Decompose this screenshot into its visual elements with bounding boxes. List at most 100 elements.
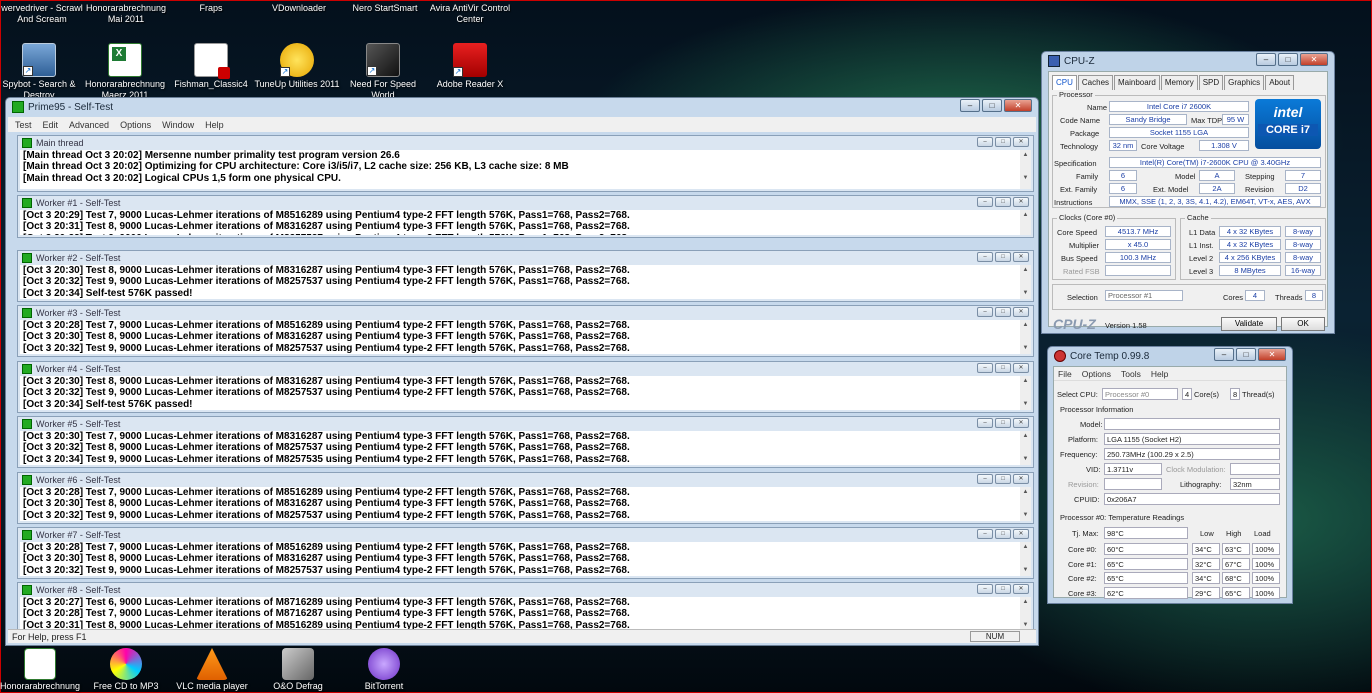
menu-help[interactable]: Help [205,120,224,130]
maximize-button[interactable]: □ [995,474,1011,484]
worker-window[interactable]: Worker #3 - Self-Test – □ ✕ [Oct 3 20:28] Te… [17,305,1034,357]
desktop-icon-nfs[interactable]: ↗ Need For Speed World [337,43,429,101]
desktop-icon-vlc[interactable]: VLC media player [167,648,257,691]
close-button[interactable]: ✕ [1004,99,1032,112]
maximize-button[interactable]: □ [1278,53,1298,66]
menu-test[interactable]: Test [15,120,32,130]
validate-button[interactable]: Validate [1221,317,1277,331]
menu-file[interactable]: File [1058,369,1072,379]
worker-window[interactable]: Worker #4 - Self-Test – □ ✕ [Oct 3 20:30] Te… [17,361,1034,413]
worker-window[interactable]: Worker #7 - Self-Test – □ ✕ [Oct 3 20:28] Te… [17,527,1034,579]
maximize-button[interactable]: □ [995,584,1011,594]
close-button[interactable]: ✕ [1013,363,1029,373]
minimize-button[interactable]: – [977,307,993,317]
menu-edit[interactable]: Edit [43,120,59,130]
minimize-button[interactable]: – [977,252,993,262]
maximize-button[interactable]: □ [995,418,1011,428]
desktop-label[interactable]: Honorarabrechnung Mai 2011 [83,3,169,25]
desktop-icon-tuneup[interactable]: ↗ TuneUp Utilities 2011 [251,43,343,101]
close-button[interactable]: ✕ [1013,529,1029,539]
tab-cpu[interactable]: CPU [1052,75,1077,90]
close-button[interactable]: ✕ [1013,197,1029,207]
maximize-button[interactable]: □ [982,99,1002,112]
maximize-button[interactable]: □ [995,363,1011,373]
child-titlebar[interactable]: Main thread [18,136,1033,150]
maximize-button[interactable]: □ [995,197,1011,207]
menu-advanced[interactable]: Advanced [69,120,109,130]
minimize-button[interactable]: – [977,529,993,539]
desktop-icon-bittorrent[interactable]: BitTorrent [339,648,429,691]
tab-graphics[interactable]: Graphics [1224,75,1265,90]
menu-window[interactable]: Window [162,120,194,130]
minimize-button[interactable]: – [960,99,980,112]
desktop-label[interactable]: VDownloader [259,3,339,14]
scrollbar[interactable]: ▲▼ [1020,320,1031,354]
minimize-button[interactable]: – [977,418,993,428]
desktop-icon-oo-defrag[interactable]: O&O Defrag [253,648,343,691]
tab-mainboard[interactable]: Mainboard [1114,75,1160,90]
maximize-button[interactable]: □ [995,529,1011,539]
minimize-button[interactable]: – [1256,53,1276,66]
maximize-button[interactable]: □ [995,252,1011,262]
close-button[interactable]: ✕ [1013,584,1029,594]
tab-memory[interactable]: Memory [1160,75,1198,90]
tab-caches[interactable]: Caches [1077,75,1114,90]
minimize-button[interactable]: – [977,584,993,594]
maximize-button[interactable]: □ [995,137,1011,147]
child-titlebar[interactable]: Worker #1 - Self-Test [18,196,1033,210]
close-button[interactable]: ✕ [1300,53,1328,66]
child-titlebar[interactable]: Worker #3 - Self-Test [18,306,1033,320]
close-button[interactable]: ✕ [1013,307,1029,317]
desktop-icon-adobe-reader[interactable]: ↗ Adobe Reader X [424,43,516,101]
maximize-button[interactable]: □ [1236,348,1256,361]
worker-window[interactable]: Worker #1 - Self-Test – □ ✕ [Oct 3 20:29] Te… [17,195,1034,238]
scrollbar[interactable]: ▲▼ [1020,265,1031,299]
tab-about[interactable]: About [1265,75,1295,90]
minimize-button[interactable]: – [977,363,993,373]
desktop-label[interactable]: Avira AntiVir Control Center [425,3,515,25]
menu-options[interactable]: Options [1082,369,1111,379]
tab-spd[interactable]: SPD [1198,75,1224,90]
child-titlebar[interactable]: Worker #6 - Self-Test [18,473,1033,487]
menu-options[interactable]: Options [120,120,151,130]
menu-tools[interactable]: Tools [1121,369,1141,379]
main-thread-window[interactable]: Main thread – □ ✕ [Main thread Oct 3 20:02] … [17,135,1034,192]
menu-help[interactable]: Help [1151,369,1168,379]
worker-window[interactable]: Worker #8 - Self-Test – □ ✕ [Oct 3 20:27] Te… [17,582,1034,634]
close-button[interactable]: ✕ [1013,474,1029,484]
desktop-icon-pdf[interactable]: Fishman_Classic4 [165,43,257,101]
child-titlebar[interactable]: Worker #8 - Self-Test [18,583,1033,597]
prime95-titlebar[interactable]: Prime95 - Self-Test [6,98,1038,116]
ok-button[interactable]: OK [1281,317,1325,331]
desktop-icon-excel[interactable]: X Honorarabrechnung Maerz 2011 [79,43,171,101]
desktop-label[interactable]: wervedriver - Scrawl And Scream [1,3,83,25]
close-button[interactable]: ✕ [1013,418,1029,428]
minimize-button[interactable]: – [977,474,993,484]
desktop-label[interactable]: Fraps [181,3,241,14]
scrollbar[interactable]: ▲▼ [1020,542,1031,576]
minimize-button[interactable]: – [977,137,993,147]
worker-window[interactable]: Worker #6 - Self-Test – □ ✕ [Oct 3 20:28] Te… [17,472,1034,524]
child-titlebar[interactable]: Worker #5 - Self-Test [18,417,1033,431]
select-cpu-dropdown[interactable]: Processor #0 [1102,388,1178,400]
minimize-button[interactable]: – [1214,348,1234,361]
desktop-icon-spybot[interactable]: ↗ Spybot - Search & Destroy [0,43,85,101]
scrollbar[interactable]: ▲▼ [1020,150,1031,189]
maximize-button[interactable]: □ [995,307,1011,317]
scrollbar[interactable]: ▲▼ [1020,597,1031,631]
worker-window[interactable]: Worker #2 - Self-Test – □ ✕ [Oct 3 20:30] Te… [17,250,1034,302]
close-button[interactable]: ✕ [1258,348,1286,361]
desktop-label[interactable]: Nero StartSmart [347,3,423,14]
scrollbar[interactable]: ▲▼ [1020,376,1031,410]
scrollbar[interactable]: ▲▼ [1020,487,1031,521]
processor-select[interactable]: Processor #1 [1105,290,1183,301]
child-titlebar[interactable]: Worker #4 - Self-Test [18,362,1033,376]
scrollbar[interactable]: ▲▼ [1020,431,1031,465]
close-button[interactable]: ✕ [1013,252,1029,262]
close-button[interactable]: ✕ [1013,137,1029,147]
child-titlebar[interactable]: Worker #7 - Self-Test [18,528,1033,542]
scrollbar[interactable]: ▲▼ [1020,210,1031,235]
minimize-button[interactable]: – [977,197,993,207]
child-titlebar[interactable]: Worker #2 - Self-Test [18,251,1033,265]
desktop-icon-free-cd-mp3[interactable]: Free CD to MP3 [81,648,171,691]
